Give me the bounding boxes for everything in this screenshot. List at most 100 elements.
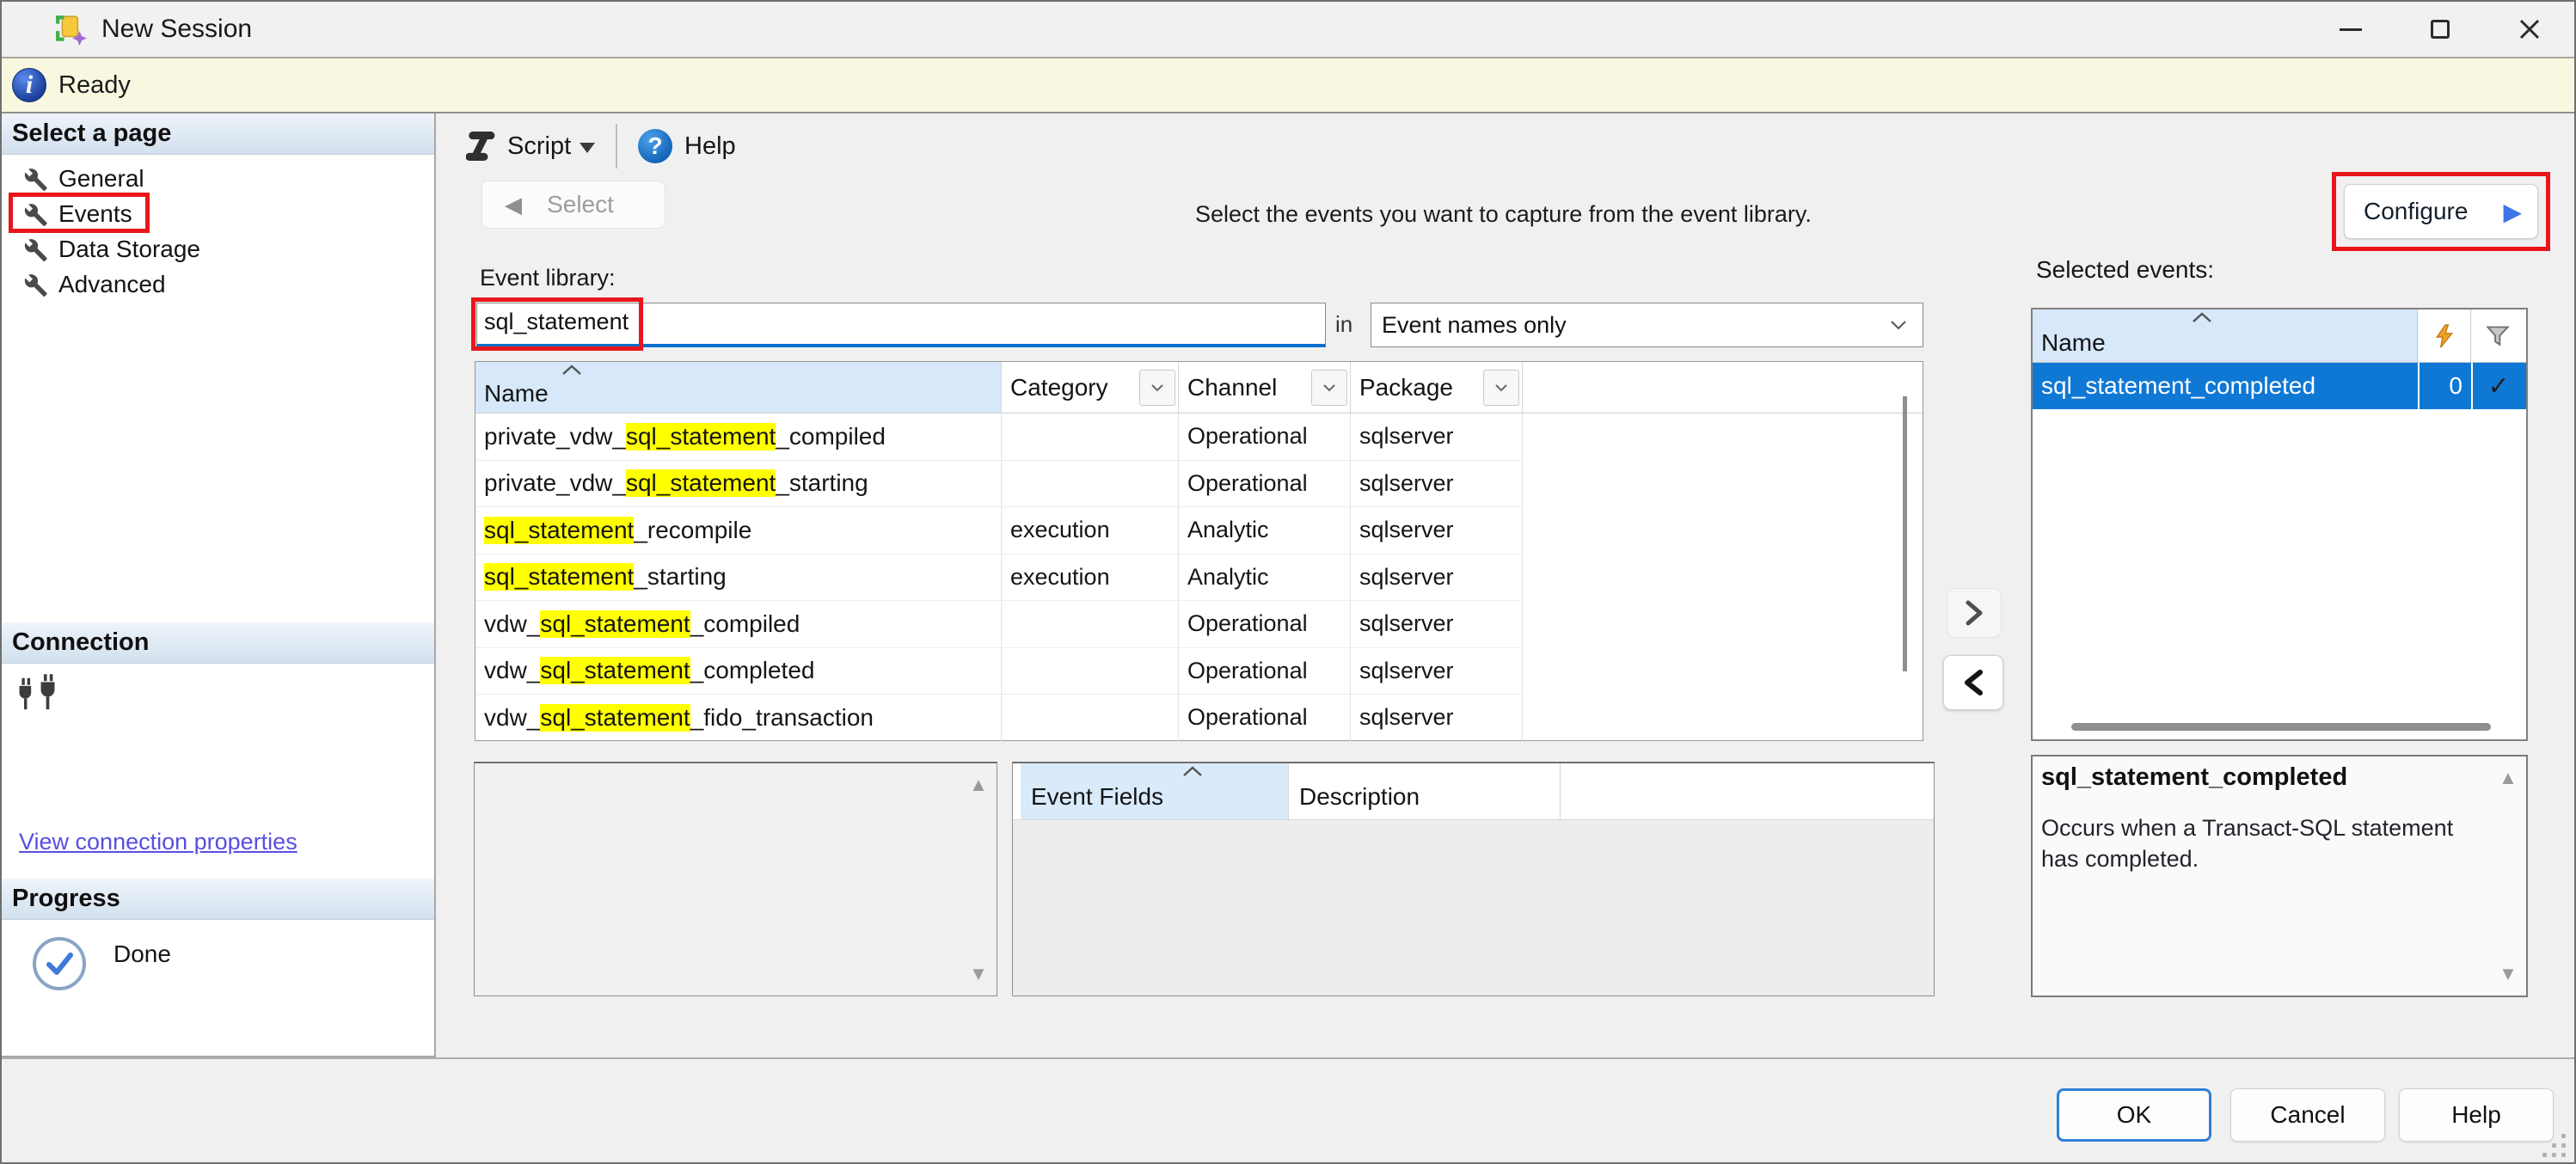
search-match-highlight: sql_statement [540, 610, 690, 638]
script-scroll-icon [466, 129, 495, 163]
script-button[interactable]: Script [507, 132, 571, 161]
selected-events-header: Name [2033, 309, 2526, 363]
minimize-icon [2340, 28, 2362, 31]
event-row[interactable]: private_vdw_sql_statement_starting Opera… [475, 461, 1523, 508]
select-a-page-header: Select a page [2, 113, 434, 155]
column-header-channel[interactable]: Channel [1179, 362, 1351, 413]
sidebar-item-general[interactable]: General [2, 162, 434, 196]
resize-grip[interactable] [2538, 1130, 2567, 1159]
search-match-highlight: sql_statement [540, 704, 690, 732]
chevron-down-icon [1322, 383, 1336, 392]
event-row[interactable]: vdw_sql_statement_compiled Operational s… [475, 601, 1523, 648]
chevron-down-icon [1890, 320, 1907, 330]
select-page-button[interactable]: ◀ Select [481, 181, 665, 229]
library-vertical-scrollbar[interactable] [1903, 396, 1907, 671]
configure-button[interactable]: Configure ▶ [2344, 184, 2538, 239]
maximize-button[interactable] [2395, 2, 2485, 57]
wrench-icon [21, 165, 48, 193]
column-header-event-fields[interactable]: Event Fields [1021, 763, 1289, 819]
cancel-button[interactable]: Cancel [2230, 1088, 2385, 1142]
selected-events-horizontal-scrollbar[interactable] [2071, 723, 2491, 731]
scroll-down-icon[interactable]: ▼ [969, 965, 988, 983]
header-filler [1561, 763, 1934, 819]
header-spacer [1013, 763, 1021, 819]
scroll-up-icon[interactable]: ▲ [2499, 769, 2518, 787]
wrench-icon [21, 271, 48, 298]
toolbar-separator [616, 124, 617, 168]
ok-button[interactable]: OK [2057, 1088, 2211, 1142]
new-session-dialog: New Session i Ready Select a page Genera… [0, 0, 2576, 1164]
event-row[interactable]: vdw_sql_statement_fido_transaction Opera… [475, 695, 1523, 742]
sidebar-item-data-storage[interactable]: Data Storage [2, 232, 434, 266]
event-library-table: Name Category Channel Package [475, 361, 1923, 741]
wrench-icon [21, 236, 48, 263]
library-table-body: private_vdw_sql_statement_compiled Opera… [475, 414, 1923, 742]
scroll-up-icon[interactable]: ▲ [969, 775, 988, 794]
package-filter-button[interactable] [1483, 370, 1519, 406]
chevron-down-icon [1150, 383, 1164, 392]
in-label: in [1335, 311, 1352, 338]
chevron-down-icon [1494, 383, 1508, 392]
event-description-panel: sql_statement_completed Occurs when a Tr… [2031, 755, 2528, 997]
toolbar-help-button[interactable]: Help [684, 132, 736, 161]
column-header-description[interactable]: Description [1289, 763, 1561, 819]
chevron-left-icon [1961, 668, 1985, 697]
search-match-highlight: sql_statement [484, 563, 634, 591]
add-event-button[interactable] [1947, 588, 2002, 638]
connection-plugs-icon [15, 674, 58, 714]
event-row[interactable]: sql_statement_recompile execution Analyt… [475, 507, 1523, 554]
column-header-name[interactable]: Name [475, 362, 1002, 413]
sort-ascending-caret-icon [2192, 312, 2212, 323]
selected-event-row[interactable]: sql_statement_completed 0 ✓ [2033, 363, 2526, 409]
progress-header: Progress [2, 879, 434, 920]
view-connection-properties-link[interactable]: View connection properties [19, 829, 297, 855]
column-header-name[interactable]: Name [2033, 309, 2418, 362]
close-button[interactable] [2485, 2, 2574, 57]
forward-arrow-icon: ▶ [2503, 198, 2522, 226]
lightning-bolt-icon [2434, 323, 2455, 349]
sidebar-item-advanced[interactable]: Advanced [2, 267, 434, 302]
progress-status-text: Done [113, 940, 171, 968]
sidebar: Select a page General Events Data Storag… [2, 113, 436, 1057]
search-match-highlight: sql_statement [540, 657, 690, 684]
column-header-filter[interactable] [2471, 309, 2524, 362]
selected-events-label: Selected events: [2036, 256, 2214, 284]
library-table-header: Name Category Channel Package [475, 362, 1923, 414]
title-bar: New Session [2, 2, 2574, 57]
column-header-package[interactable]: Package [1351, 362, 1523, 413]
connection-header: Connection [2, 622, 434, 664]
channel-filter-button[interactable] [1311, 370, 1347, 406]
search-scope-dropdown[interactable]: Event names only [1371, 303, 1923, 347]
status-text: Ready [58, 71, 131, 100]
search-match-highlight: sql_statement [484, 517, 634, 544]
header-filler [1523, 362, 1923, 413]
panel-scrollbar[interactable]: ▲ ▼ [966, 763, 991, 996]
scroll-down-icon[interactable]: ▼ [2499, 965, 2518, 983]
event-search-results-panel: ▲ ▼ [474, 762, 997, 996]
close-icon [2518, 17, 2542, 41]
event-row[interactable]: sql_statement_starting execution Analyti… [475, 554, 1523, 602]
sort-ascending-caret-icon [561, 365, 582, 376]
column-header-event-count[interactable] [2418, 309, 2471, 362]
minimize-button[interactable] [2306, 2, 2395, 57]
column-header-category[interactable]: Category [1002, 362, 1179, 413]
event-description-title: sql_statement_completed [2041, 763, 2347, 792]
sort-ascending-caret-icon [1182, 766, 1203, 777]
chevron-right-icon [1963, 599, 1985, 627]
search-match-highlight: sql_statement [626, 469, 776, 497]
category-filter-button[interactable] [1139, 370, 1175, 406]
remove-event-button[interactable] [1943, 655, 2003, 710]
event-count-cell: 0 [2418, 363, 2471, 409]
event-library-search-input[interactable] [476, 303, 1326, 347]
help-question-icon: ? [638, 129, 672, 163]
back-arrow-icon: ◀ [505, 192, 522, 218]
wrench-icon [21, 200, 48, 228]
help-button[interactable]: Help [2399, 1088, 2554, 1142]
event-row[interactable]: vdw_sql_statement_completed Operational … [475, 648, 1523, 695]
instruction-text: Select the events you want to capture fr… [1195, 201, 1812, 228]
script-dropdown-caret-icon[interactable] [580, 143, 595, 153]
maximize-icon [2431, 20, 2450, 39]
description-scrollbar[interactable]: ▲ ▼ [2495, 757, 2521, 996]
event-row[interactable]: private_vdw_sql_statement_compiled Opera… [475, 414, 1523, 461]
sidebar-item-events[interactable]: Events [2, 197, 434, 231]
